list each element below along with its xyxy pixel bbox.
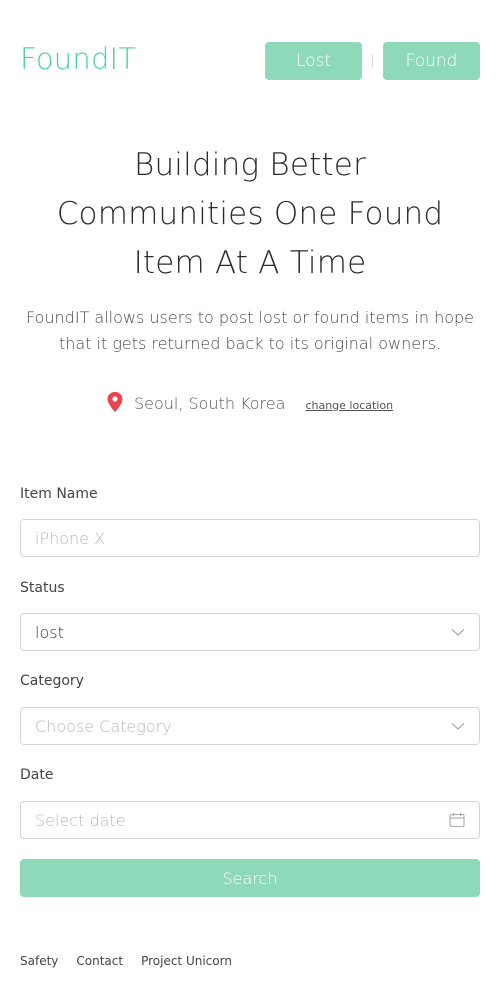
chevron-down-icon [451, 629, 465, 636]
footer-link-contact[interactable]: Contact [76, 954, 123, 968]
footer-link-project-unicorn[interactable]: Project Unicorn [141, 954, 232, 968]
date-label: Date [20, 767, 54, 783]
logo[interactable]: FoundIT [20, 42, 136, 76]
hero-title-line-1: Building Better [133, 147, 367, 183]
footer-link-safety[interactable]: Safety [20, 954, 58, 968]
location-row: Seoul, South Korea change location [0, 391, 500, 413]
top-nav: Lost Found [265, 42, 480, 80]
item-name-field[interactable] [20, 519, 480, 557]
item-name-label: Item Name [20, 486, 98, 502]
found-button[interactable]: Found [383, 42, 480, 80]
nav-divider [372, 54, 373, 68]
location-name: Seoul, South Korea [133, 394, 286, 413]
status-value: lost [35, 622, 64, 642]
map-pin-icon [107, 391, 123, 412]
status-label: Status [20, 580, 65, 596]
page: FoundIT Lost Found Building Better Commu… [0, 0, 500, 1001]
lost-button[interactable]: Lost [265, 42, 362, 80]
date-picker[interactable]: Select date [20, 801, 480, 839]
hero-title: Building Better Communities One Found It… [20, 141, 480, 288]
footer: Safety Contact Project Unicorn [20, 954, 232, 968]
hero-title-line-2: Communities One Found [56, 196, 444, 232]
search-button[interactable]: Search [20, 859, 480, 897]
hero-title-line-3: Item At A Time [133, 245, 367, 281]
chevron-down-icon [451, 723, 465, 730]
category-label: Category [20, 673, 84, 689]
category-select[interactable]: Choose Category [20, 707, 480, 745]
category-placeholder: Choose Category [35, 716, 172, 736]
item-name-input[interactable] [35, 528, 465, 548]
date-placeholder: Select date [35, 810, 126, 830]
calendar-icon[interactable] [449, 812, 465, 828]
hero-description: FoundIT allows users to post lost or fou… [25, 308, 475, 353]
change-location-link[interactable]: change location [305, 399, 393, 412]
status-select[interactable]: lost [20, 613, 480, 651]
